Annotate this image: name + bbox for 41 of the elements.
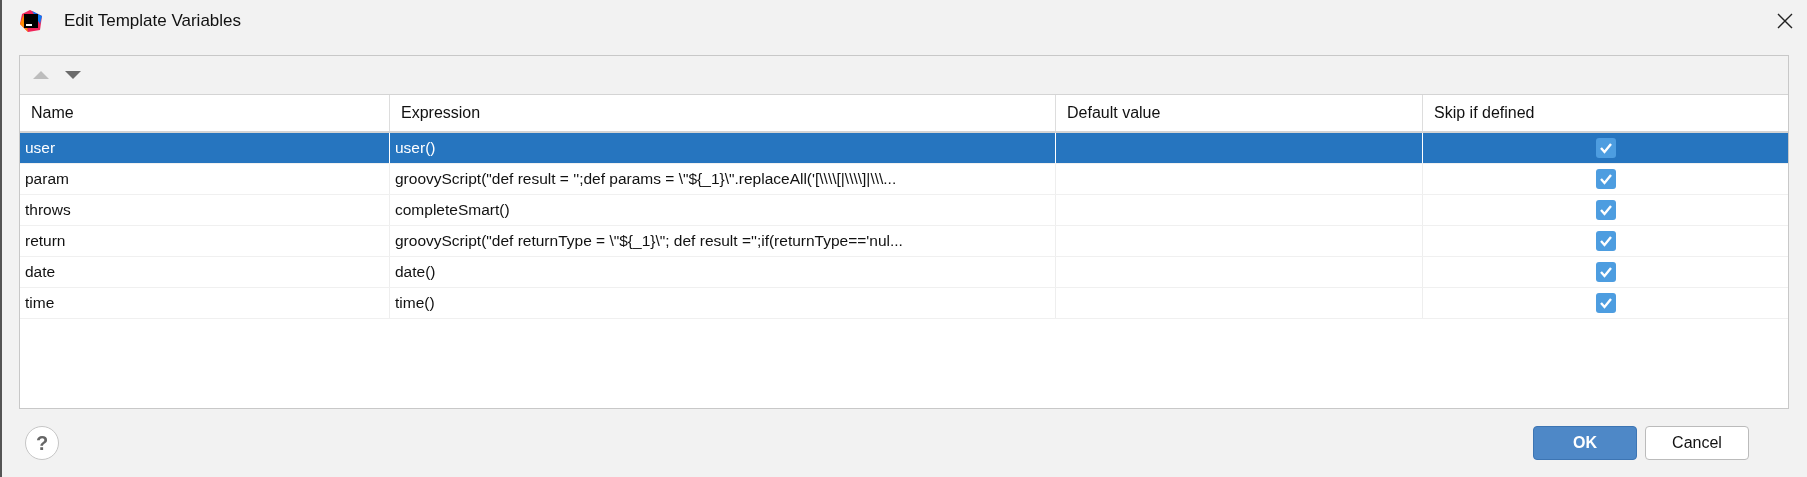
help-button[interactable]: ? bbox=[25, 426, 59, 460]
checkmark-icon bbox=[1598, 173, 1613, 185]
table-row[interactable]: return groovyScript("def returnType = \"${_1}\"; def result ='';if(returnType=='nul... bbox=[20, 226, 1788, 257]
checkbox[interactable] bbox=[1595, 231, 1616, 251]
checkbox[interactable] bbox=[1595, 293, 1616, 313]
table-row[interactable]: time time() bbox=[20, 288, 1788, 319]
checkbox[interactable] bbox=[1595, 138, 1616, 158]
checkmark-icon bbox=[1598, 266, 1613, 278]
table-row[interactable]: date date() bbox=[20, 257, 1788, 288]
move-down-icon[interactable] bbox=[64, 69, 82, 81]
app-logo-icon bbox=[20, 10, 42, 32]
checkmark-icon bbox=[1598, 142, 1613, 154]
table-cell: completeSmart() bbox=[389, 195, 1055, 225]
table-cell-text: date bbox=[24, 262, 57, 282]
column-header[interactable]: Name bbox=[20, 95, 389, 131]
table-cell: groovyScript("def result = '';def params = \"${_1}\".replaceAll('[\\\\[|\\\\]|\\\... bbox=[389, 164, 1055, 194]
table-cell-text: param bbox=[24, 169, 70, 189]
checkbox[interactable] bbox=[1595, 200, 1616, 220]
table-row[interactable]: user user() bbox=[20, 133, 1788, 164]
table-cell: date() bbox=[389, 257, 1055, 287]
table-cell: user() bbox=[389, 133, 1055, 163]
table-row[interactable]: param groovyScript("def result = '';def params = \"${_1}\".replaceAll('[\\\\[|\\\\]|\\\... bbox=[20, 164, 1788, 195]
table-cell: groovyScript("def returnType = \"${_1}\"; def result ='';if(returnType=='nul... bbox=[389, 226, 1055, 256]
column-header[interactable]: Expression bbox=[389, 95, 1055, 131]
ok-button[interactable]: OK bbox=[1533, 426, 1637, 460]
table-cell-text: return bbox=[24, 231, 67, 251]
table-row[interactable]: throws completeSmart() bbox=[20, 195, 1788, 226]
checkbox[interactable] bbox=[1595, 169, 1616, 189]
checkbox[interactable] bbox=[1595, 262, 1616, 282]
column-header[interactable]: Skip if defined bbox=[1422, 95, 1788, 131]
close-icon[interactable] bbox=[1777, 13, 1793, 29]
table-cell: time() bbox=[389, 288, 1055, 318]
table-cell-text: time bbox=[24, 293, 56, 313]
cancel-button[interactable]: Cancel bbox=[1645, 426, 1749, 460]
checkmark-icon bbox=[1598, 204, 1613, 216]
checkmark-icon bbox=[1598, 297, 1613, 309]
window-title: Edit Template Variables bbox=[64, 11, 243, 31]
column-header[interactable]: Default value bbox=[1055, 95, 1422, 131]
table-cell-text: throws bbox=[24, 200, 72, 220]
table-cell-text: user bbox=[24, 138, 57, 158]
checkmark-icon bbox=[1598, 235, 1613, 247]
